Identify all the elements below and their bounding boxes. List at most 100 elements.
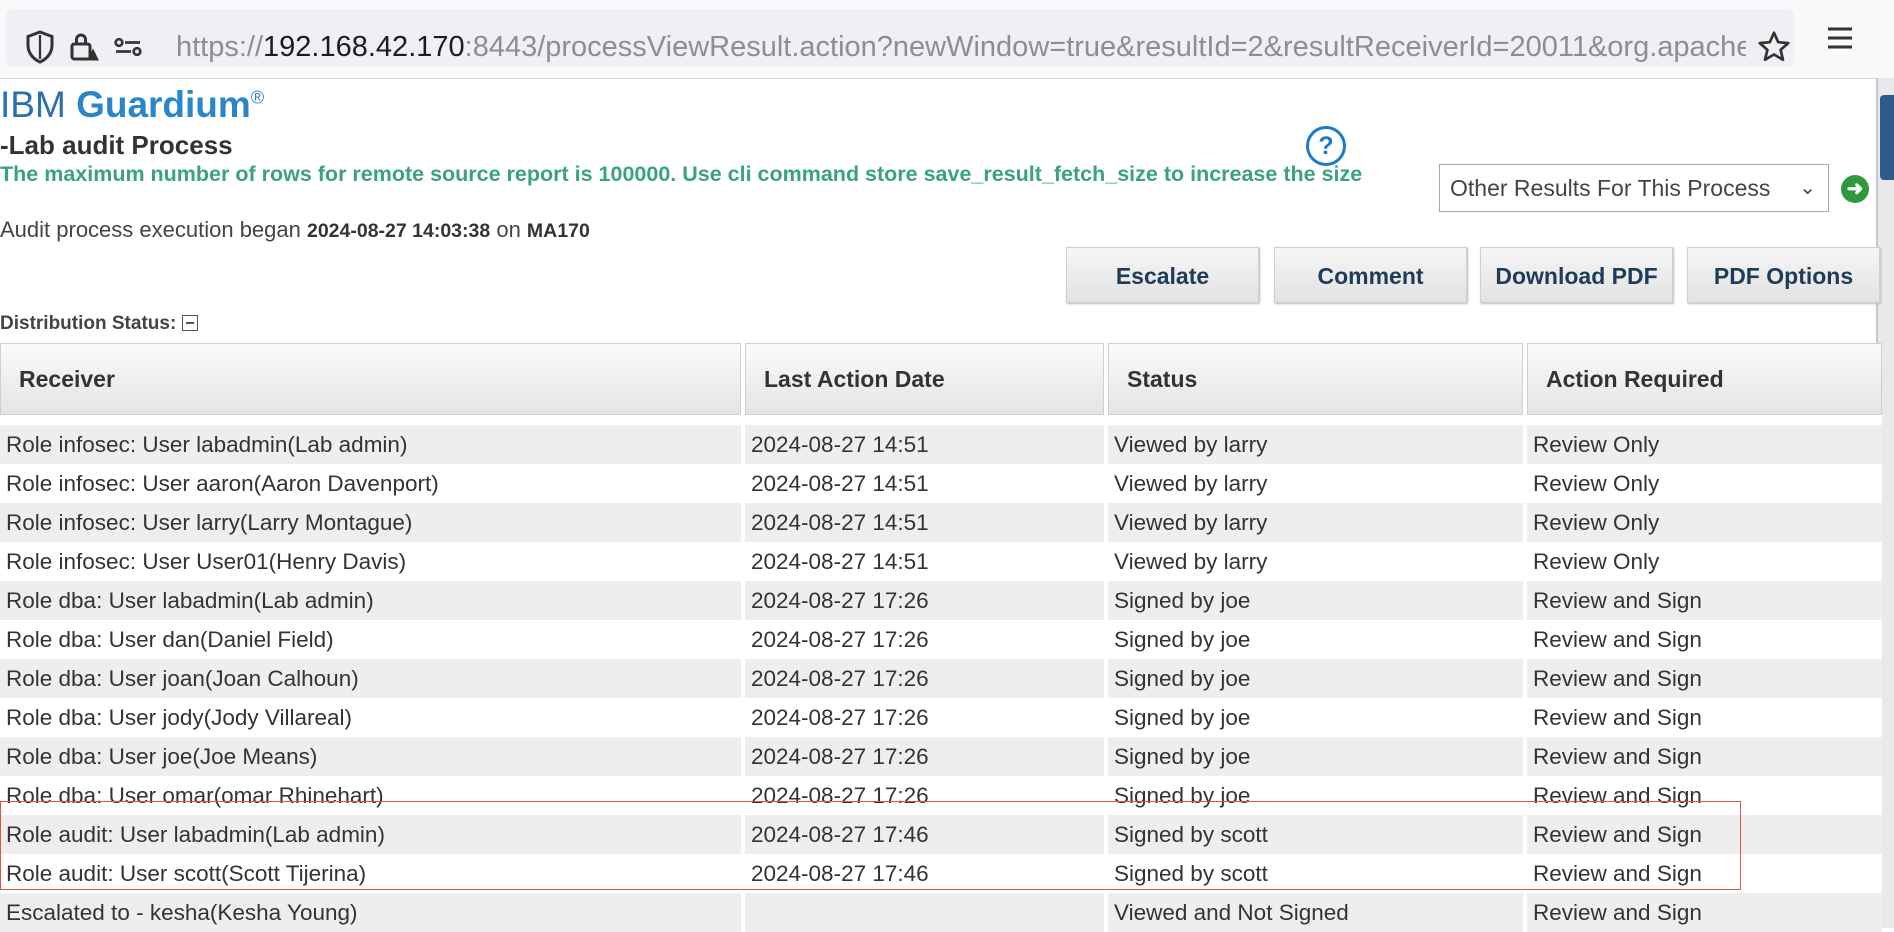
cell-action-required: Review and Sign (1527, 659, 1882, 698)
table-row: Role infosec: User larry(Larry Montague)… (0, 503, 1882, 542)
table-row: Role audit: User labadmin(Lab admin) 2024… (0, 815, 1882, 854)
cell-receiver: Role dba: User joe(Joe Means) (0, 737, 741, 776)
col-last-action-date[interactable]: Last Action Date (745, 343, 1104, 415)
execution-info: Audit process execution began 2024-08-27… (0, 217, 590, 243)
cell-last-action-date: 2024-08-27 17:26 (745, 620, 1104, 659)
permissions-icon[interactable] (110, 29, 146, 65)
comment-button[interactable]: Comment (1274, 247, 1467, 303)
execution-on: on (490, 217, 527, 242)
cell-last-action-date: 2024-08-27 17:26 (745, 659, 1104, 698)
table-row: Role dba: User joe(Joe Means) 2024-08-27 … (0, 737, 1882, 776)
cell-status: Viewed by larry (1108, 542, 1523, 581)
cell-receiver: Role dba: User dan(Daniel Field) (0, 620, 741, 659)
other-results-selected: Other Results For This Process (1450, 175, 1771, 201)
col-receiver[interactable]: Receiver (0, 343, 741, 415)
cell-last-action-date: 2024-08-27 14:51 (745, 464, 1104, 503)
table-spacer (0, 415, 1882, 425)
shield-icon[interactable] (22, 29, 58, 65)
other-results-select[interactable]: Other Results For This Process ⌄ (1439, 164, 1829, 212)
cell-last-action-date (745, 893, 1104, 932)
cell-last-action-date: 2024-08-27 17:46 (745, 854, 1104, 893)
cell-status: Viewed and Not Signed (1108, 893, 1523, 932)
col-action-required[interactable]: Action Required (1527, 343, 1882, 415)
max-rows-notice: The maximum number of rows for remote so… (0, 162, 1363, 186)
cell-action-required: Review Only (1527, 542, 1882, 581)
cell-status: Viewed by larry (1108, 425, 1523, 464)
url-rest: :8443/processViewResult.action?newWindow… (464, 31, 1746, 63)
cell-action-required: Review and Sign (1527, 893, 1882, 932)
table-row: Role dba: User omar(omar Rhinehart) 2024-… (0, 776, 1882, 815)
logo-product-text: Guardium (76, 84, 251, 125)
table-row: Role infosec: User aaron(Aaron Davenport… (0, 464, 1882, 503)
cell-receiver: Role dba: User joan(Joan Calhoun) (0, 659, 741, 698)
cell-last-action-date: 2024-08-27 17:26 (745, 698, 1104, 737)
address-bar[interactable]: https://192.168.42.170:8443/processViewR… (6, 9, 1794, 67)
lock-icon[interactable] (66, 29, 102, 65)
url-text[interactable]: https://192.168.42.170:8443/processViewR… (176, 31, 1746, 64)
logo-registered-mark: ® (250, 87, 265, 108)
table-row: Escalated to - kesha(Kesha Young) Viewed … (0, 893, 1882, 932)
chevron-down-icon: ⌄ (1799, 177, 1816, 199)
cell-last-action-date: 2024-08-27 14:51 (745, 503, 1104, 542)
cell-status: Signed by joe (1108, 620, 1523, 659)
cell-receiver: Role dba: User omar(omar Rhinehart) (0, 776, 741, 815)
table-row: Role audit: User scott(Scott Tijerina) 20… (0, 854, 1882, 893)
logo-ibm-text: IBM (0, 84, 77, 125)
cell-last-action-date: 2024-08-27 17:26 (745, 776, 1104, 815)
escalate-button[interactable]: Escalate (1066, 247, 1259, 303)
table-header-row: Receiver Last Action Date Status Action … (0, 343, 1882, 415)
cell-action-required: Review Only (1527, 503, 1882, 542)
execution-datetime: 2024-08-27 14:03:38 (306, 220, 491, 242)
process-title: -Lab audit Process (0, 130, 233, 160)
cell-action-required: Review and Sign (1527, 698, 1882, 737)
cell-status: Signed by joe (1108, 581, 1523, 620)
download-pdf-button[interactable]: Download PDF (1480, 247, 1673, 303)
cell-status: Signed by scott (1108, 854, 1523, 893)
url-prefix: https:// (176, 31, 264, 63)
table-row: Role infosec: User User01(Henry Davis) 20… (0, 542, 1882, 581)
cell-receiver: Role infosec: User labadmin(Lab admin) (0, 425, 741, 464)
cell-action-required: Review and Sign (1527, 776, 1882, 815)
cell-status: Signed by scott (1108, 815, 1523, 854)
cell-status: Signed by joe (1108, 776, 1523, 815)
table-spacer-cell (0, 415, 1882, 425)
cell-receiver: Role audit: User labadmin(Lab admin) (0, 815, 741, 854)
cell-status: Signed by joe (1108, 659, 1523, 698)
cell-status: Viewed by larry (1108, 464, 1523, 503)
cell-action-required: Review Only (1527, 464, 1882, 503)
url-host: 192.168.42.170 (263, 31, 465, 63)
distribution-status-label: Distribution Status: (0, 313, 199, 335)
ibm-guardium-logo: IBM Guardium® (0, 84, 264, 126)
menu-icon[interactable] (1822, 20, 1858, 56)
side-panel-tab[interactable] (1880, 95, 1894, 180)
table-row: Role dba: User jody(Jody Villareal) 2024-… (0, 698, 1882, 737)
distribution-table: Receiver Last Action Date Status Action … (0, 343, 1886, 932)
execution-prefix: Audit process execution began (0, 217, 307, 242)
cell-last-action-date: 2024-08-27 17:26 (745, 737, 1104, 776)
cell-receiver: Role infosec: User larry(Larry Montague) (0, 503, 741, 542)
cell-receiver: Role infosec: User User01(Henry Davis) (0, 542, 741, 581)
cell-action-required: Review and Sign (1527, 620, 1882, 659)
cell-last-action-date: 2024-08-27 17:46 (745, 815, 1104, 854)
execution-host: MA170 (526, 220, 590, 242)
cell-status: Viewed by larry (1108, 503, 1523, 542)
browser-toolbar: https://192.168.42.170:8443/processViewR… (0, 0, 1894, 79)
cell-receiver: Role dba: User labadmin(Lab admin) (0, 581, 741, 620)
cell-action-required: Review and Sign (1527, 815, 1882, 854)
table-row: Role dba: User joan(Joan Calhoun) 2024-08… (0, 659, 1882, 698)
cell-action-required: Review and Sign (1527, 854, 1882, 893)
go-arrow-icon[interactable]: ➜ (1841, 175, 1869, 203)
star-icon[interactable] (1756, 29, 1792, 65)
pdf-options-button[interactable]: PDF Options (1687, 247, 1880, 303)
col-status[interactable]: Status (1108, 343, 1523, 415)
cell-last-action-date: 2024-08-27 14:51 (745, 542, 1104, 581)
cell-status: Signed by joe (1108, 698, 1523, 737)
cell-action-required: Review and Sign (1527, 581, 1882, 620)
collapse-icon[interactable] (182, 315, 199, 331)
table-row: Role infosec: User labadmin(Lab admin) 20… (0, 425, 1882, 464)
cell-receiver: Role audit: User scott(Scott Tijerina) (0, 854, 741, 893)
help-icon[interactable]: ? (1306, 126, 1346, 166)
cell-last-action-date: 2024-08-27 14:51 (745, 425, 1104, 464)
cell-receiver: Role dba: User jody(Jody Villareal) (0, 698, 741, 737)
cell-receiver: Escalated to - kesha(Kesha Young) (0, 893, 741, 932)
